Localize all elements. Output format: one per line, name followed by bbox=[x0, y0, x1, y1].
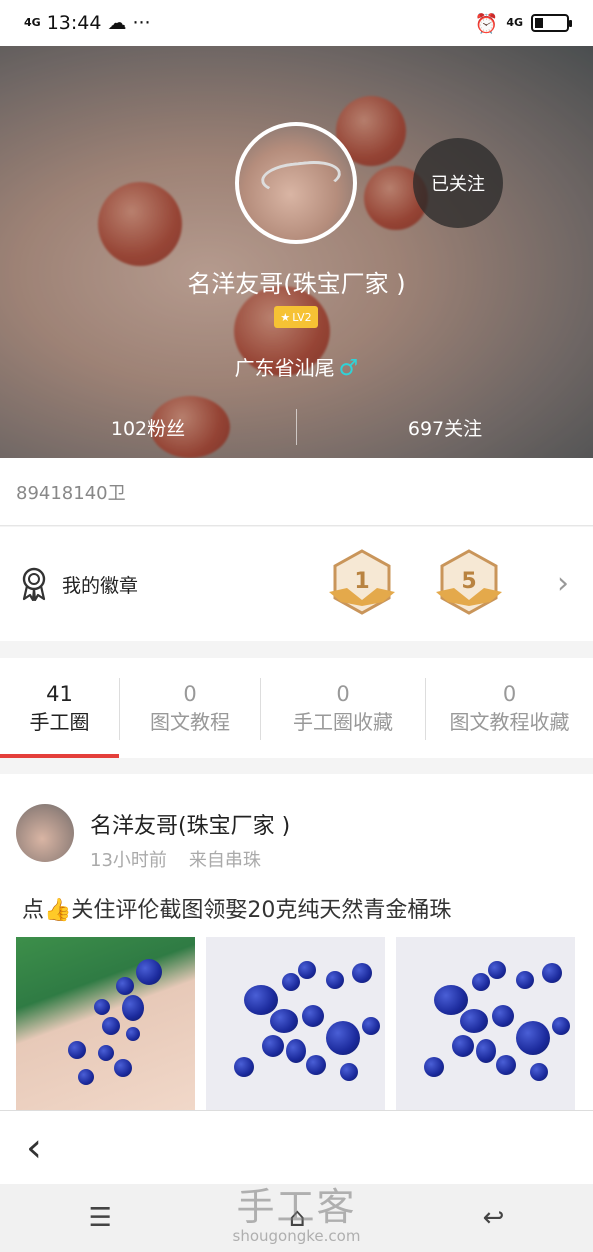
post-avatar[interactable] bbox=[16, 804, 74, 862]
tab-tutorial-favorites[interactable]: 0 图文教程收藏 bbox=[426, 658, 593, 758]
post-images bbox=[16, 937, 575, 1112]
tab-label: 手工圈收藏 bbox=[293, 710, 393, 734]
watermark-brand: 手工客 bbox=[236, 1185, 357, 1229]
post-author[interactable]: 名洋友哥(珠宝厂家 ) bbox=[90, 808, 290, 840]
badge-5-icon[interactable]: 5 bbox=[434, 548, 504, 618]
badge-5-number: 5 bbox=[461, 569, 476, 594]
profile-name: 名洋友哥(珠宝厂家 ) bbox=[187, 270, 406, 298]
user-id-row: 89418140卫 bbox=[0, 458, 593, 526]
back-icon[interactable]: ‹ bbox=[26, 1125, 42, 1171]
post-image[interactable] bbox=[206, 937, 385, 1112]
post-source: 来自串珠 bbox=[188, 850, 261, 871]
content-tabs: 41 手工圈 0 图文教程 0 手工圈收藏 0 图文教程收藏 bbox=[0, 658, 593, 758]
tab-count: 41 bbox=[46, 682, 73, 706]
tab-label: 手工圈 bbox=[29, 710, 90, 734]
post-meta: 13小时前 来自串珠 bbox=[90, 846, 261, 872]
level-text: LV2 bbox=[292, 310, 312, 324]
badges-label: 我的徽章 bbox=[62, 574, 139, 597]
watermark-url: shougongke.com bbox=[232, 1227, 361, 1245]
more-icon: ··· bbox=[132, 12, 151, 34]
tab-count: 0 bbox=[183, 682, 197, 706]
tab-tutorials[interactable]: 0 图文教程 bbox=[120, 658, 260, 758]
following-count[interactable]: 697关注 bbox=[297, 414, 593, 441]
level-badge: ★ LV2 bbox=[274, 306, 318, 328]
weather-icon: ☁ bbox=[107, 12, 127, 34]
tab-circle-favorites[interactable]: 0 手工圈收藏 bbox=[261, 658, 425, 758]
profile-stats: 102粉丝 697关注 bbox=[0, 408, 593, 446]
badges-row[interactable]: 我的徽章 bbox=[0, 527, 593, 641]
user-id: 89418140卫 bbox=[16, 482, 126, 504]
status-bar: 4G 13:44 ☁ ··· ⏰ 4G bbox=[0, 0, 593, 46]
medal-icon bbox=[22, 567, 46, 601]
signal-right-icon: 4G bbox=[506, 16, 523, 29]
chevron-right-icon[interactable]: › bbox=[557, 566, 569, 601]
watermark: 手工客 shougongke.com bbox=[0, 1176, 593, 1245]
fans-count[interactable]: 102粉丝 bbox=[0, 414, 296, 441]
bottom-nav: ‹ bbox=[0, 1110, 593, 1184]
tab-label: 图文教程 bbox=[150, 710, 230, 734]
post-text: 点👍关住评伦截图领娶20克纯天然青金桶珠 bbox=[22, 898, 452, 923]
post-image[interactable] bbox=[396, 937, 575, 1112]
post-image[interactable] bbox=[16, 937, 195, 1112]
battery-icon bbox=[531, 14, 572, 32]
profile-location: 广东省汕尾 ♂ bbox=[0, 352, 593, 381]
badge-1-icon[interactable]: 1 bbox=[327, 548, 397, 618]
profile-avatar[interactable] bbox=[235, 122, 357, 244]
post-card[interactable]: 名洋友哥(珠宝厂家 ) 13小时前 来自串珠 点👍关住评伦截图领娶20克纯天然青金… bbox=[0, 774, 593, 1114]
signal-icon: 4G bbox=[24, 16, 41, 29]
location-text: 广东省汕尾 bbox=[234, 356, 335, 380]
male-icon: ♂ bbox=[338, 356, 359, 381]
tab-count: 0 bbox=[336, 682, 350, 706]
status-time: 13:44 bbox=[46, 12, 102, 34]
follow-button[interactable]: 已关注 bbox=[413, 138, 503, 228]
tab-label: 图文教程收藏 bbox=[449, 710, 570, 734]
profile-header: 已关注 名洋友哥(珠宝厂家 ) ★ LV2 广东省汕尾 ♂ 102粉丝 697关注 bbox=[0, 46, 593, 458]
post-time: 13小时前 bbox=[90, 850, 167, 871]
tab-handcraft-circle[interactable]: 41 手工圈 bbox=[0, 658, 119, 758]
badge-1-number: 1 bbox=[354, 569, 369, 594]
alarm-icon: ⏰ bbox=[474, 12, 499, 35]
tab-count: 0 bbox=[502, 682, 517, 706]
star-icon: ★ bbox=[280, 310, 291, 324]
